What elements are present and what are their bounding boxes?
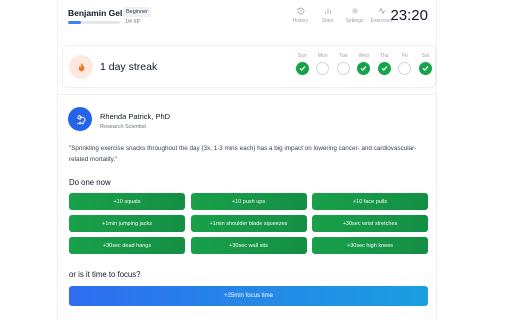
check-icon: [299, 66, 305, 71]
exercise-button[interactable]: +10 squats: [69, 193, 185, 210]
check-icon: [422, 66, 428, 71]
day-status: [316, 62, 330, 75]
exercise-button[interactable]: +10 push ups: [190, 193, 307, 210]
day-tue: Tue: [333, 53, 354, 75]
main-card: Rhenda Patrick, PhD Research Scientist "…: [57, 94, 437, 320]
flame-icon: [78, 62, 84, 71]
day-label: Fri: [401, 53, 408, 59]
level-badge: Beginner: [123, 7, 152, 17]
day-status: [357, 62, 371, 75]
exercise-button[interactable]: +30sec wrist stretches: [312, 215, 428, 232]
xp-text: 1/4 XP: [125, 19, 141, 25]
day-label: Mon: [317, 53, 328, 59]
day-status: [418, 62, 432, 75]
focus-time-button[interactable]: +25min focus time: [69, 286, 428, 306]
xp-progress-fill: [68, 21, 81, 24]
check-icon: [381, 66, 387, 71]
nav-settings-label: Settings: [345, 18, 364, 24]
do-now-title: Do one now: [69, 178, 111, 187]
expert-quote: "Sprinkling exercise snacks throughout t…: [69, 145, 417, 163]
day-fri: Fri: [395, 53, 416, 75]
day-status: [377, 62, 391, 75]
nav-history-label: History: [292, 18, 309, 24]
check-icon: [361, 66, 367, 71]
clock: 23:20: [390, 7, 428, 24]
exercise-button[interactable]: +30sec high knees: [312, 237, 428, 254]
day-sun: Sun: [292, 53, 313, 75]
day-status: [336, 62, 350, 75]
nav-history[interactable]: History: [288, 6, 313, 24]
day-label: Sun: [297, 53, 307, 59]
day-label: Thu: [379, 53, 389, 59]
focus-title: or is it time to focus?: [69, 270, 141, 279]
exercise-button[interactable]: +30sec dead hangs: [69, 237, 185, 254]
nav-settings[interactable]: Settings: [342, 6, 367, 24]
day-thu: Thu: [374, 53, 395, 75]
nav-exercises-label: Exercises: [370, 18, 393, 24]
exercise-button[interactable]: +1min shoulder blade squeezes: [190, 215, 307, 232]
day-label: Tue: [339, 53, 348, 59]
streak-text: 1 day streak: [100, 61, 158, 73]
day-sat: Sat: [415, 53, 436, 75]
gear-icon: [351, 7, 358, 15]
expert-name: Rhenda Patrick, PhD: [100, 112, 171, 121]
microscope-icon: [76, 114, 85, 124]
main-nav: History Stats Settings Exercises: [288, 6, 396, 24]
expert-role: Research Scientist: [100, 124, 146, 130]
top-bar: Benjamin Gelb Beginner 1/4 XP History St…: [68, 6, 430, 28]
exercise-grid: +10 squats +10 push ups +10 face pulls +…: [69, 193, 428, 254]
exercise-button[interactable]: +1min jumping jacks: [69, 215, 185, 232]
user-name: Benjamin Gelb: [68, 8, 128, 18]
week-days: Sun Mon Tue Wed Thu Fri Sat: [292, 53, 436, 75]
day-status: [295, 62, 309, 75]
avatar: [68, 107, 92, 131]
day-mon: Mon: [313, 53, 334, 75]
day-wed: Wed: [354, 53, 375, 75]
streak-card: 1 day streak Sun Mon Tue Wed Thu Fri Sat: [62, 45, 436, 88]
day-label: Sat: [421, 53, 429, 59]
nav-stats-label: Stats: [321, 18, 334, 24]
stats-icon: [324, 8, 331, 14]
flame-badge: [69, 55, 93, 79]
xp-progress-bar: [68, 21, 120, 24]
activity-icon: [378, 7, 385, 15]
day-label: Wed: [358, 53, 369, 59]
history-icon: [297, 7, 304, 15]
nav-stats[interactable]: Stats: [315, 6, 340, 24]
exercise-button[interactable]: +10 face pulls: [312, 193, 428, 210]
exercise-button[interactable]: +30sec wall sits: [190, 237, 307, 254]
day-status: [398, 62, 412, 75]
